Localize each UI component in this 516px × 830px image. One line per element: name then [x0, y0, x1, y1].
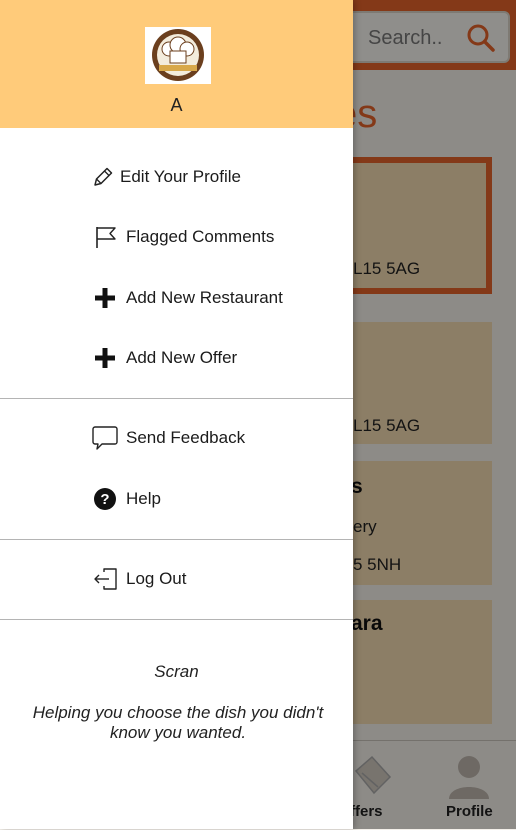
svg-text:?: ?: [100, 491, 109, 508]
menu-item-add-restaurant[interactable]: Add New Restaurant: [0, 276, 353, 320]
menu-item-flagged-comments[interactable]: Flagged Comments: [0, 215, 353, 259]
menu-item-label: Add New Offer: [126, 348, 238, 367]
menu-item-label: Log Out: [126, 569, 187, 588]
menu-item-log-out[interactable]: Log Out: [0, 557, 353, 601]
chef-hat-logo-icon: [152, 29, 204, 81]
menu-item-add-offer[interactable]: Add New Offer: [0, 336, 353, 380]
pencil-icon: [94, 167, 113, 186]
plus-icon: [95, 288, 115, 308]
app-name: Scran: [154, 662, 199, 681]
logout-icon: [94, 568, 117, 590]
menu-item-label: Edit Your Profile: [120, 167, 241, 186]
menu-item-label: Add New Restaurant: [126, 288, 283, 307]
app-tagline: Helping you choose the dish you didn't k…: [32, 703, 324, 742]
menu-item-label: Send Feedback: [126, 428, 246, 447]
flag-icon: [96, 227, 116, 248]
menu-item-edit-profile[interactable]: Edit Your Profile: [0, 155, 353, 199]
menu-item-label: Help: [126, 489, 161, 508]
user-name: A: [170, 95, 183, 115]
drawer-header: A: [0, 0, 353, 128]
menu-item-help[interactable]: ? Help: [0, 477, 353, 521]
menu-item-label: Flagged Comments: [126, 227, 275, 246]
speech-bubble-icon: [92, 426, 118, 450]
menu-divider: [0, 619, 353, 620]
app-logo: [145, 27, 211, 84]
menu-item-send-feedback[interactable]: Send Feedback: [0, 416, 353, 460]
help-circle-icon: ?: [94, 488, 116, 510]
menu-divider: [0, 398, 353, 399]
menu-divider: [0, 539, 353, 540]
navigation-drawer: A Edit Your Profile Flagged Comments Add…: [0, 0, 353, 829]
plus-icon: [95, 348, 115, 368]
